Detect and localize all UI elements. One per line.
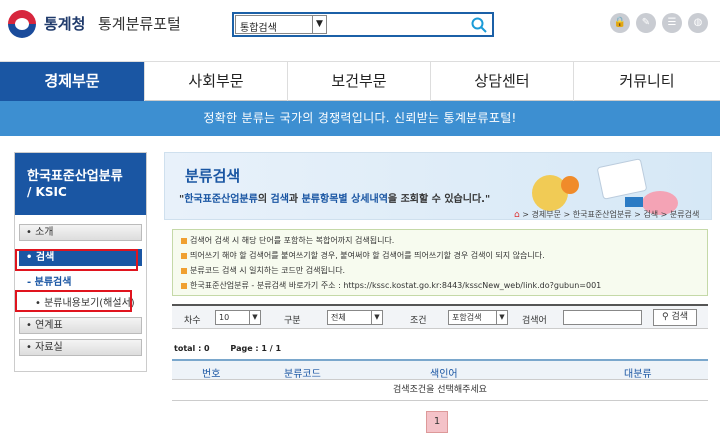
type-select[interactable]: 전체 ▼ [327,310,383,325]
total-count: total : 0 [174,344,210,353]
col-number: 번호 [202,369,221,380]
slogan-banner: 정확한 분류는 국가의 경쟁력입니다. 신뢰받는 통계분류포털! [0,101,720,136]
keyword-input[interactable] [563,310,642,325]
search-scope-select[interactable]: 통합검색 ▼ [235,15,327,34]
level-select[interactable]: 10 ▼ [215,310,261,325]
empty-message: 검색조건을 선택해주세요 [172,380,708,401]
highlight-box-search [15,249,138,271]
nav-society[interactable]: 사회부문 [145,62,288,101]
chevron-down-icon: ▼ [496,311,507,324]
list-icon[interactable]: ☰ [662,13,682,33]
col-index-term: 색인어 [430,369,458,380]
notice-line: 한국표준산업분류 - 분류검색 바로가기 주소 : https://kssc.k… [181,280,601,291]
edit-icon[interactable]: ✎ [636,13,656,33]
page-title: 분류검색 [185,167,241,185]
sidebar-title: 한국표준산업분류 [27,169,123,184]
col-major-class: 대분류 [624,369,652,380]
search-filter-bar: 차수 10 ▼ 구분 전체 ▼ 조건 포함검색 ▼ 검색어 ⚲ 검색 [172,304,708,329]
chevron-down-icon: ▼ [371,311,382,324]
notice-line: 검색어 검색 시 해당 단어를 포함하는 복합어까지 검색됩니다. [181,235,394,246]
page-indicator: Page : 1 / 1 [230,344,282,353]
logo-icon[interactable] [8,10,36,38]
global-search: 통합검색 ▼ [232,12,494,37]
search-icon[interactable] [470,16,488,34]
page-button[interactable]: 1 [426,411,448,433]
notice-line: 띄어쓰기 해야 할 검색어를 붙여쓰기할 경우, 붙여써야 할 검색어를 띄어쓰… [181,250,545,261]
breadcrumb: ⌂ > 경제부문 > 한국표준산업분류 > 검색 > 분류검색 [514,210,700,220]
condition-select[interactable]: 포함검색 ▼ [448,310,508,325]
col-code: 분류코드 [284,369,321,380]
globe-icon[interactable]: ◍ [688,13,708,33]
results-table-header: 번호 분류코드 색인어 대분류 [172,359,708,380]
brand-primary[interactable]: 통계청 [44,13,85,34]
main-nav: 경제부문 사회부문 보건부문 상담센터 커뮤니티 [0,61,720,101]
sidebar-header: 한국표준산업분류 / KSIC [15,153,146,215]
home-icon[interactable]: ⌂ [514,210,520,220]
highlight-box-view [15,290,132,312]
lock-icon[interactable]: 🔒 [610,13,630,33]
sidebar-item-link-table[interactable]: • 연계표 [19,317,142,334]
search-notice: 검색어 검색 시 해당 단어를 포함하는 복합어까지 검색됩니다. 띄어쓰기 해… [172,229,708,296]
search-scope-value: 통합검색 [240,23,277,34]
chevron-down-icon: ▼ [312,16,326,33]
sidebar-item-archive[interactable]: • 자료실 [19,339,142,356]
level-label: 차수 [184,316,201,326]
main-content: 분류검색 "한국표준산업분류의 검색과 분류항목별 상세내역을 조회할 수 있습… [164,152,712,441]
sidebar-sub-classification-search[interactable]: - 분류검색 [27,273,71,288]
nav-economy[interactable]: 경제부문 [0,62,145,101]
search-icon: ⚲ [661,312,669,322]
notice-line: 분류코드 검색 시 일치하는 코드만 검색됩니다. [181,265,345,276]
sidebar-item-intro[interactable]: • 소개 [19,224,142,241]
site-header: 통계청 통계분류포털 통합검색 ▼ 🔒 ✎ ☰ ◍ [0,0,720,58]
nav-health[interactable]: 보건부문 [288,62,431,101]
condition-label: 조건 [410,316,427,326]
nav-consult[interactable]: 상담센터 [431,62,574,101]
sidebar-subtitle: / KSIC [27,185,67,199]
nav-community[interactable]: 커뮤니티 [574,62,720,101]
search-button[interactable]: ⚲ 검색 [653,309,697,326]
keyword-label: 검색어 [522,316,547,326]
type-label: 구분 [284,316,301,326]
chevron-down-icon: ▼ [249,311,260,324]
result-summary: total : 0 Page : 1 / 1 [174,344,281,353]
brand-secondary[interactable]: 통계분류포털 [98,13,181,34]
page-description: "한국표준산업분류의 검색과 분류항목별 상세내역을 조회할 수 있습니다." [179,194,491,205]
